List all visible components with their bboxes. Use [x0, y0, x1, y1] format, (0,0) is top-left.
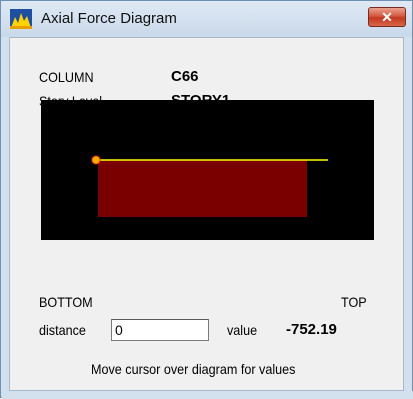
close-button[interactable]: ✕: [368, 7, 406, 27]
distance-label: distance: [39, 322, 86, 338]
axial-force-diagram[interactable]: [41, 100, 374, 240]
cursor-marker: [91, 155, 101, 165]
close-icon: ✕: [381, 9, 393, 25]
app-icon: [10, 9, 32, 29]
value-label: value: [227, 322, 258, 338]
force-value: -752.19: [286, 321, 337, 338]
title-bar[interactable]: Axial Force Diagram ✕: [1, 1, 412, 37]
bottom-label: BOTTOM: [39, 294, 93, 310]
window-title: Axial Force Diagram: [41, 10, 177, 27]
column-value: C66: [171, 68, 199, 85]
top-label: TOP: [341, 294, 367, 310]
hint-text: Move cursor over diagram for values: [91, 361, 296, 377]
distance-input[interactable]: [111, 319, 209, 341]
axial-force-fill: [98, 160, 307, 217]
column-label: COLUMN: [39, 69, 94, 85]
axial-force-dialog: Axial Force Diagram ✕ COLUMN C66 Story L…: [0, 0, 413, 399]
